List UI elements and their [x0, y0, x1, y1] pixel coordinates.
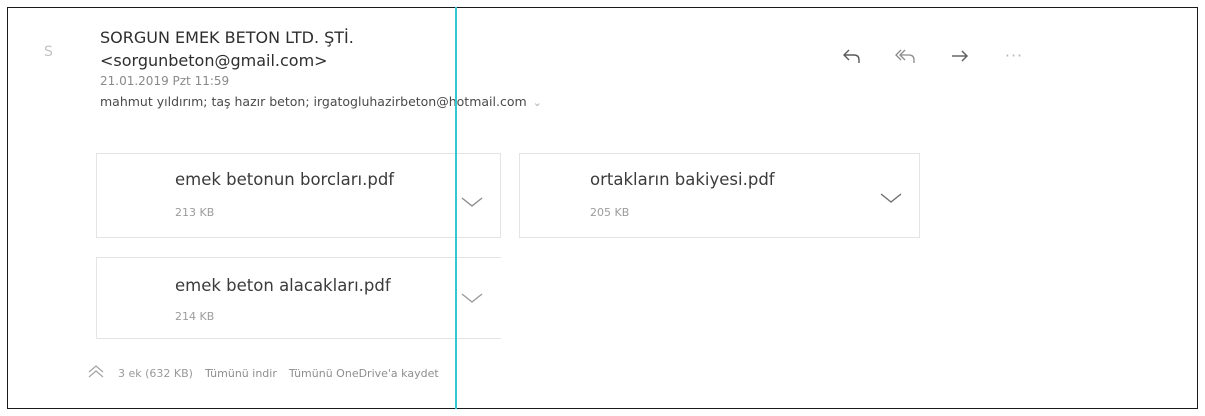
attachment-name: emek beton alacakları.pdf	[175, 276, 391, 295]
attachment-card[interactable]: ortakların bakiyesi.pdf 205 KB	[519, 153, 920, 238]
more-options-button[interactable]: ···	[1000, 46, 1028, 70]
attachment-size: 214 KB	[175, 310, 215, 323]
attachment-size: 205 KB	[590, 206, 630, 219]
reply-icon[interactable]	[838, 46, 866, 70]
attachment-chevron-down-icon[interactable]	[459, 194, 485, 210]
attachment-name: ortakların bakiyesi.pdf	[590, 170, 775, 189]
text-cursor-line	[455, 7, 457, 409]
attachments-summary: 3 ek (632 KB)	[118, 366, 193, 380]
download-all-link[interactable]: Tümünü indir	[205, 367, 277, 380]
recipients-line[interactable]: mahmut yıldırım; taş hazır beton; irgato…	[100, 94, 542, 109]
attachments-footer: 3 ek (632 KB) Tümünü indir Tümünü OneDri…	[86, 363, 439, 383]
sender-avatar: S	[44, 44, 53, 60]
save-to-onedrive-link[interactable]: Tümünü OneDrive'a kaydet	[289, 367, 439, 380]
email-reading-pane: S SORGUN EMEK BETON LTD. ŞTİ. <sorgunbet…	[7, 7, 1198, 409]
attachment-size: 213 KB	[175, 206, 215, 219]
message-actions: ···	[838, 46, 1028, 70]
reply-all-icon[interactable]	[892, 46, 920, 70]
email-date: 21.01.2019 Pzt 11:59	[100, 74, 230, 88]
attachment-card[interactable]: emek beton alacakları.pdf 214 KB	[96, 257, 501, 339]
expand-recipients-icon[interactable]: ⌄	[533, 96, 542, 109]
attachment-chevron-down-icon[interactable]	[459, 290, 485, 306]
forward-icon[interactable]	[946, 46, 974, 70]
attachment-card[interactable]: emek betonun borcları.pdf 213 KB	[96, 153, 501, 238]
recipients-text: mahmut yıldırım; taş hazır beton; irgato…	[100, 94, 527, 109]
attachment-name: emek betonun borcları.pdf	[175, 170, 395, 189]
attachment-chevron-down-icon[interactable]	[878, 190, 904, 206]
sender-name[interactable]: SORGUN EMEK BETON LTD. ŞTİ. <sorgunbeton…	[100, 26, 580, 72]
collapse-attachments-icon[interactable]	[86, 363, 106, 383]
